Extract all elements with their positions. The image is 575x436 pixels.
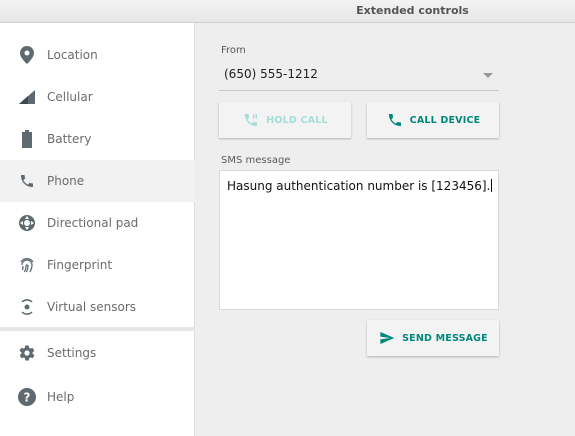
sidebar: Location Cellular Battery Phone Directio… [0, 23, 195, 436]
sidebar-item-label: Phone [47, 174, 85, 188]
window-title: Extended controls [356, 4, 469, 17]
help-icon: ? [18, 388, 36, 406]
signal-icon [18, 88, 36, 106]
sidebar-item-label: Directional pad [47, 216, 139, 230]
from-number-select[interactable]: (650) 555-1212 [219, 61, 499, 91]
sidebar-item-directional-pad[interactable]: Directional pad [0, 202, 195, 244]
call-device-label: CALL DEVICE [409, 114, 481, 126]
phone-icon [386, 111, 404, 129]
sidebar-item-label: Settings [47, 346, 97, 360]
battery-icon [18, 130, 36, 148]
hold-call-label: HOLD CALL [266, 114, 328, 126]
sidebar-item-cellular[interactable]: Cellular [0, 76, 195, 118]
sms-message-text: Hasung authentication number is [123456]… [227, 179, 493, 193]
sidebar-item-label: Virtual sensors [47, 300, 137, 314]
sidebar-item-location[interactable]: Location [0, 34, 195, 76]
send-message-button[interactable]: SEND MESSAGE [367, 320, 499, 356]
sensors-icon [18, 298, 36, 316]
sidebar-item-fingerprint[interactable]: Fingerprint [0, 244, 195, 286]
chevron-down-icon [483, 73, 493, 78]
phone-panel: From (650) 555-1212 HOLD CALL CALL DEVIC… [196, 23, 575, 436]
sidebar-item-settings[interactable]: Settings [0, 332, 195, 374]
dpad-icon [18, 214, 36, 232]
svg-text:?: ? [24, 391, 31, 405]
sidebar-item-label: Help [47, 390, 75, 404]
send-message-label: SEND MESSAGE [402, 332, 488, 344]
sidebar-divider [0, 327, 195, 331]
gear-icon [18, 344, 36, 362]
fingerprint-icon [18, 256, 36, 274]
title-bar: Extended controls [0, 0, 575, 23]
hold-call-button[interactable]: HOLD CALL [219, 102, 351, 138]
sidebar-item-label: Location [47, 48, 98, 62]
sms-message-label: SMS message [221, 155, 291, 166]
sidebar-item-phone[interactable]: Phone [0, 160, 195, 202]
send-icon [378, 329, 396, 347]
from-number-value: (650) 555-1212 [224, 67, 318, 81]
phone-paused-icon [242, 111, 260, 129]
phone-icon [18, 172, 36, 190]
from-label: From [221, 45, 246, 56]
call-device-button[interactable]: CALL DEVICE [367, 102, 499, 138]
sidebar-item-label: Cellular [47, 90, 93, 104]
sidebar-item-label: Fingerprint [47, 258, 113, 272]
sidebar-item-virtual-sensors[interactable]: Virtual sensors [0, 286, 195, 328]
sidebar-item-help[interactable]: ? Help [0, 376, 195, 418]
location-pin-icon [18, 46, 36, 64]
sidebar-item-battery[interactable]: Battery [0, 118, 195, 160]
sidebar-item-label: Battery [47, 132, 92, 146]
sms-message-input[interactable]: Hasung authentication number is [123456]… [219, 170, 499, 310]
